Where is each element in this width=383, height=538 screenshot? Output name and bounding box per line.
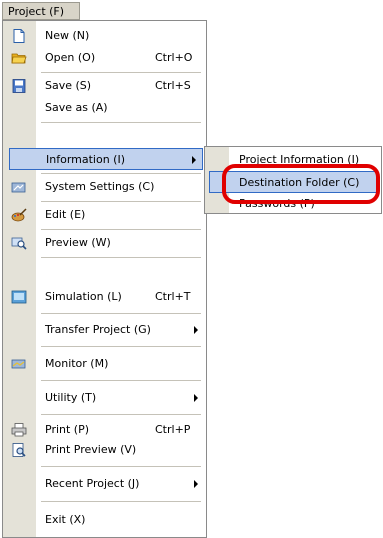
open-folder-icon [11, 53, 27, 64]
menu-separator [41, 122, 201, 123]
menu-item-label: Preview (W) [45, 236, 111, 249]
menu-item-transfer-project[interactable]: Transfer Project (G) [3, 319, 206, 341]
menu-item-exit[interactable]: Exit (X) [3, 509, 206, 531]
menu-item-print[interactable]: Print (P) Ctrl+P [3, 419, 206, 441]
menu-separator [41, 173, 201, 174]
menu-separator [41, 229, 201, 230]
menu-item-utility[interactable]: Utility (T) [3, 387, 206, 409]
submenu-arrow-icon [192, 156, 196, 164]
menu-item-recent-project[interactable]: Recent Project (J) [3, 473, 206, 495]
menu-item-label: New (N) [45, 29, 90, 42]
new-file-icon [13, 29, 25, 43]
menu-item-preview[interactable]: Preview (W) [3, 232, 206, 254]
menu-item-system-settings[interactable]: System Settings (C) [3, 176, 206, 198]
menu-separator [41, 72, 201, 73]
menu-separator [41, 414, 201, 415]
menu-item-open[interactable]: Open (O) Ctrl+O [3, 47, 206, 69]
menu-item-label: Edit (E) [45, 208, 86, 221]
print-preview-icon [12, 443, 26, 457]
menu-item-label: Print Preview (V) [45, 443, 137, 456]
submenu-arrow-icon [194, 326, 198, 334]
menu-item-label: Recent Project (J) [45, 477, 140, 490]
menu-separator [41, 346, 201, 347]
menu-separator [41, 313, 201, 314]
menu-item-save-as[interactable]: Save as (A) [3, 97, 206, 119]
menu-item-label: Monitor (M) [45, 357, 109, 370]
menu-item-save[interactable]: Save (S) Ctrl+S [3, 75, 206, 97]
menu-item-label: System Settings (C) [45, 180, 155, 193]
submenu-arrow-icon [194, 480, 198, 488]
menu-separator [41, 201, 201, 202]
menu-item-shortcut: Ctrl+S [155, 79, 191, 92]
preview-icon [11, 237, 27, 250]
menu-item-label: Information (I) [46, 153, 125, 166]
system-settings-icon [11, 182, 26, 193]
menu-item-shortcut: Ctrl+T [155, 290, 191, 303]
menu-item-label: Save (S) [45, 79, 92, 92]
menubar-project[interactable]: Project (F) [2, 2, 80, 20]
monitor-icon [11, 359, 26, 369]
menu-item-label: Utility (T) [45, 391, 97, 404]
menu-separator [41, 380, 201, 381]
menu-item-label: Simulation (L) [45, 290, 122, 303]
submenu-arrow-icon [194, 394, 198, 402]
menu-item-label: Print (P) [45, 423, 90, 436]
highlight-callout [222, 164, 380, 204]
print-icon [11, 423, 27, 437]
menu-item-shortcut: Ctrl+P [155, 423, 191, 436]
menu-item-monitor[interactable]: Monitor (M) [3, 353, 206, 375]
menu-item-new[interactable]: New (N) [3, 25, 206, 47]
menu-item-shortcut: Ctrl+O [155, 51, 193, 64]
menu-item-simulation[interactable]: Simulation (L) Ctrl+T [3, 286, 206, 308]
simulation-icon [11, 290, 27, 304]
menu-item-print-preview[interactable]: Print Preview (V) [3, 439, 206, 461]
menu-separator [41, 466, 201, 467]
menu-item-label: Exit (X) [45, 513, 86, 526]
project-menu: New (N) Open (O) Ctrl+O Save (S) Ctrl+S … [2, 20, 207, 538]
menubar-project-label: Project (F) [8, 5, 65, 18]
save-icon [12, 79, 26, 93]
menu-item-information[interactable]: Information (I) [9, 148, 203, 170]
menu-item-label: Open (O) [45, 51, 96, 64]
edit-icon [11, 208, 27, 222]
menu-separator [41, 501, 201, 502]
menu-item-edit[interactable]: Edit (E) [3, 204, 206, 226]
menu-separator [41, 257, 201, 258]
menu-item-label: Save as (A) [45, 101, 108, 114]
menu-item-label: Transfer Project (G) [45, 323, 151, 336]
